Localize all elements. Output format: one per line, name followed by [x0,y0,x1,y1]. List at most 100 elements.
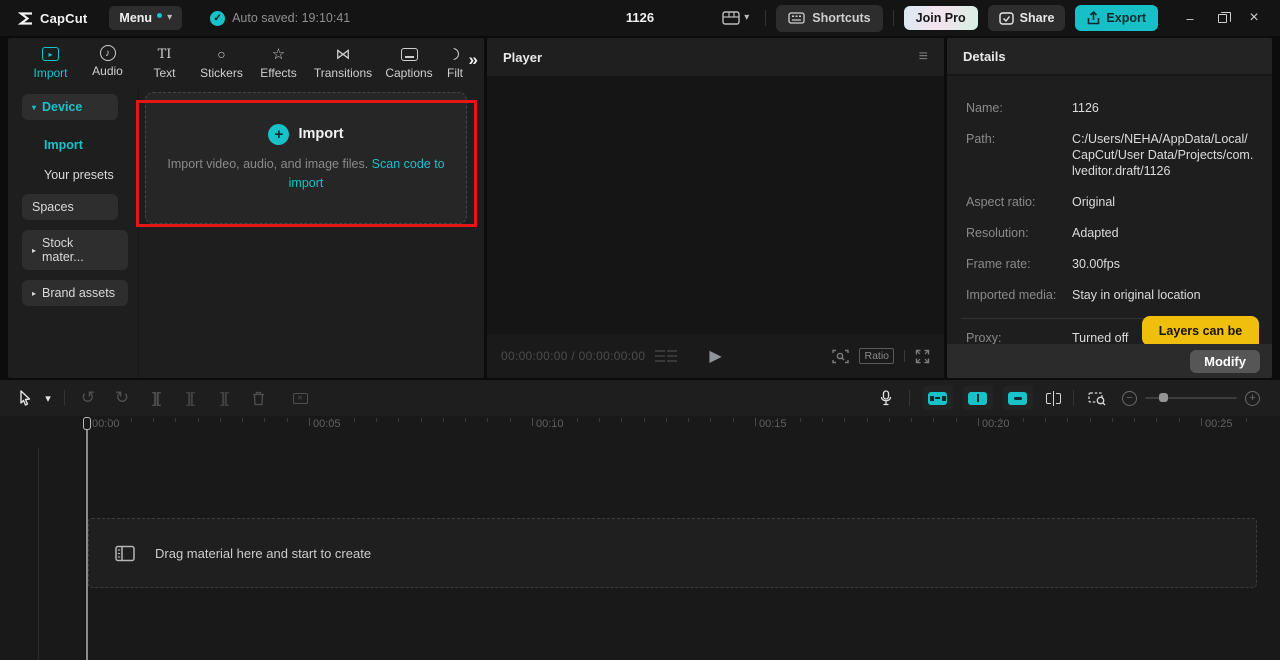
import-tab-icon: ▸ [42,45,59,63]
shortcuts-button[interactable]: Shortcuts [776,5,882,32]
tab-effects[interactable]: ☆ Effects [250,45,307,80]
sidebar-item-your-presets[interactable]: Your presets [22,160,128,190]
modify-button[interactable]: Modify [1190,350,1260,373]
layout-icon [722,11,740,25]
undo-button[interactable]: ↺ [73,387,103,409]
ratio-button[interactable]: Ratio [859,348,894,364]
ruler-tick [108,418,109,422]
detail-row-frame-rate: Frame rate: 30.00fps [966,256,1254,272]
ruler-tick [933,418,934,422]
preview-axis-button[interactable] [1082,387,1112,409]
share-button[interactable]: Share [988,5,1066,31]
sidebar-item-stock-materials[interactable]: ▸ Stock mater... [22,230,128,270]
join-pro-button[interactable]: Join Pro [904,6,978,30]
ruler-tick [755,418,756,426]
split-button[interactable]: ][ [141,387,171,409]
detail-value: C:/Users/NEHA/AppData/Local/CapCut/User … [1072,131,1254,179]
select-tool-button[interactable] [14,387,36,409]
detail-row-aspect-ratio: Aspect ratio: Original [966,194,1254,210]
playhead-handle[interactable] [83,417,91,430]
timeline-zoom-slider[interactable] [1145,397,1237,399]
filters-tab-icon [439,45,459,63]
preview-quality-icon[interactable] [832,349,849,364]
sidebar-item-spaces[interactable]: Spaces [22,194,118,220]
link-icon [1008,392,1027,405]
minimize-button[interactable]: – [1176,5,1204,31]
frame-view-icon[interactable] [655,350,677,362]
fullscreen-icon[interactable] [915,349,930,364]
redo-button[interactable]: ↻ [107,387,137,409]
delete-button[interactable] [243,387,273,409]
link-toggle[interactable] [1003,386,1033,410]
tab-captions[interactable]: Captions [379,45,439,80]
overwrite-insert-button[interactable] [1046,391,1062,406]
timeline-ruler[interactable]: 00:00 00:05 00:10 00:15 00:20 00:25 [0,416,1280,438]
topbar-right: ▾ Shortcuts Join Pro [722,5,1268,32]
ruler-tick [354,418,355,422]
zoom-in-button[interactable]: + [1245,391,1260,406]
ruler-tick [1067,418,1068,422]
timeline-dropzone[interactable]: Drag material here and start to create [88,518,1257,588]
detail-value: Original [1072,194,1254,210]
zoom-slider-handle[interactable] [1159,393,1168,402]
microphone-icon [880,390,892,406]
auto-snap-icon [928,392,947,405]
ruler-label: 00:25 [1205,418,1233,430]
tab-label: Filt [439,66,463,80]
tab-stickers[interactable]: ○ Stickers [193,45,250,80]
check-circle-icon: ✓ [210,11,225,26]
menu-button[interactable]: Menu ▾ [109,6,182,30]
ruler-tick [777,418,778,422]
player-footer-right: Ratio [832,348,930,364]
close-button[interactable]: × [1240,5,1268,31]
ruler-tick [287,418,288,422]
sidebar-item-import[interactable]: Import [22,130,128,160]
ruler-tick [1246,418,1247,422]
main-track-magnet-toggle[interactable] [963,386,993,410]
player-menu-icon[interactable]: ≡ [919,48,928,66]
sidebar-item-brand-assets[interactable]: ▸ Brand assets [22,280,128,306]
export-button[interactable]: Export [1075,5,1158,31]
play-button[interactable]: ▶ [709,346,721,366]
auto-snap-toggle[interactable] [923,386,953,410]
restore-button[interactable] [1208,5,1236,31]
detail-row-path: Path: C:/Users/NEHA/AppData/Local/CapCut… [966,131,1254,179]
bracket-right [1056,393,1061,404]
record-voiceover-button[interactable] [871,387,901,409]
close-gap-button[interactable]: ✕ [285,387,315,409]
playhead-line[interactable] [86,418,88,660]
ruler-tick [1179,418,1180,422]
tab-label: Effects [260,66,296,80]
import-dropzone[interactable]: + Import Import video, audio, and image … [145,92,467,224]
capcut-logo-icon [18,12,34,25]
window-controls: – × [1176,5,1268,31]
plus-circle-icon: + [268,124,289,145]
sidebar-item-device[interactable]: ▾ Device [22,94,118,120]
tab-audio[interactable]: ♪ Audio [79,45,136,78]
triangle-right-icon: ▸ [32,246,36,255]
tab-import[interactable]: ▸ Import [22,45,79,80]
zoom-out-button[interactable]: − [1122,391,1137,406]
expand-tabs-button[interactable]: » [469,50,478,70]
menu-notification-dot [157,13,162,18]
dropzone-description: Import video, audio, and image files. Sc… [161,155,451,193]
ruler-tick [1156,418,1157,422]
select-tool-chevron[interactable]: ▾ [40,387,56,409]
tab-transitions[interactable]: ⋈ Transitions [307,45,379,80]
delete-right-button[interactable]: ][ [209,387,239,409]
ruler-tick [175,418,176,422]
delete-left-button[interactable]: ][ [175,387,205,409]
layout-switcher[interactable]: ▾ [722,11,749,25]
restore-icon [1218,14,1227,23]
divider [64,390,65,406]
divider [765,10,766,26]
timeline-toolbar-right: − + [871,386,1267,410]
text-tab-icon: TI [158,45,172,63]
tab-label: Import [33,66,67,80]
autosave-indicator: ✓ Auto saved: 19:10:41 [210,11,350,26]
ruler-tick [666,418,667,422]
tab-text[interactable]: TI Text [136,45,193,80]
media-tabbar: ▸ Import ♪ Audio TI Text ○ Stickers ☆ Ef… [8,38,484,86]
spaces-label: Spaces [32,200,74,214]
share-label: Share [1020,11,1055,25]
